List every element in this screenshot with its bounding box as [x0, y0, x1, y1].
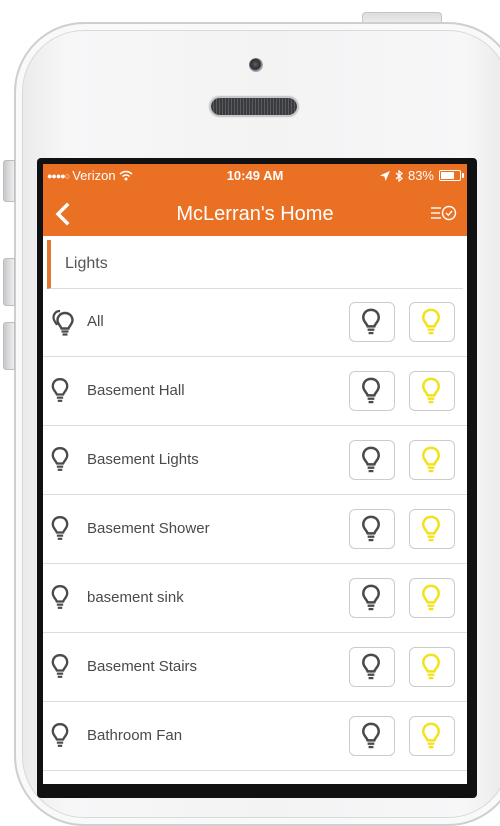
- turn-off-button[interactable]: [349, 716, 395, 756]
- all-bulbs-icon: [52, 309, 74, 336]
- turn-on-button[interactable]: [409, 578, 455, 618]
- light-row: Basement Shower: [43, 495, 467, 564]
- bulb-on-icon: [422, 446, 440, 473]
- bulb-off-icon: [362, 584, 380, 611]
- bluetooth-icon: [395, 169, 403, 182]
- light-name: Basement Shower: [87, 520, 210, 537]
- volume-down-button: [3, 322, 15, 370]
- turn-off-button[interactable]: [349, 647, 395, 687]
- bulb-on-icon: [422, 515, 440, 542]
- page-title: McLerran's Home: [176, 203, 334, 225]
- light-row: Basement Stairs: [43, 633, 467, 702]
- bulb-icon: [51, 723, 69, 747]
- nav-bar: McLerran's Home: [43, 194, 467, 234]
- front-camera: [249, 58, 263, 72]
- bulb-off-icon: [362, 515, 380, 542]
- turn-on-button[interactable]: [409, 371, 455, 411]
- light-name: basement sink: [87, 589, 184, 606]
- bulb-on-icon: [422, 308, 440, 335]
- bulb-on-icon: [422, 722, 440, 749]
- turn-on-button[interactable]: [409, 440, 455, 480]
- bulb-icon: [51, 585, 69, 609]
- light-row: All: [43, 288, 467, 357]
- all-lights-icon-wrap: [51, 308, 74, 336]
- status-right: 83%: [379, 168, 464, 183]
- battery-fill: [441, 172, 454, 179]
- light-name: Basement Hall: [87, 382, 185, 399]
- bulb-on-icon: [422, 377, 440, 404]
- light-row: basement sink: [43, 564, 467, 633]
- bulb-off-icon: [362, 653, 380, 680]
- light-name: All: [87, 313, 104, 330]
- bulb-icon: [51, 516, 69, 540]
- light-icon-wrap: [51, 515, 71, 543]
- location-arrow-icon: [379, 170, 390, 181]
- app-screen: ●●●●○ Verizon 10:49 AM 83% McLerran's Ho…: [43, 164, 467, 784]
- bulb-off-icon: [362, 722, 380, 749]
- light-name: Basement Stairs: [87, 658, 198, 675]
- section-title: Lights: [65, 255, 108, 272]
- light-name: Basement Lights: [87, 451, 199, 468]
- turn-on-button[interactable]: [409, 302, 455, 342]
- bulb-off-icon: [362, 377, 380, 404]
- bulb-icon: [51, 447, 69, 471]
- bulb-icon: [51, 654, 69, 678]
- turn-off-button[interactable]: [349, 440, 395, 480]
- light-row: Basement Hall: [43, 357, 467, 426]
- earpiece-speaker: [211, 98, 297, 115]
- turn-on-button[interactable]: [409, 716, 455, 756]
- turn-off-button[interactable]: [349, 509, 395, 549]
- light-icon-wrap: [51, 653, 71, 681]
- light-icon-wrap: [51, 584, 71, 612]
- turn-on-button[interactable]: [409, 647, 455, 687]
- section-header-lights: Lights: [47, 240, 463, 289]
- light-icon-wrap: [51, 722, 71, 750]
- light-row: Basement Lights: [43, 426, 467, 495]
- header: ●●●●○ Verizon 10:49 AM 83% McLerran's Ho…: [43, 164, 467, 236]
- battery-percent: 83%: [407, 168, 434, 183]
- volume-up-button: [3, 258, 15, 306]
- turn-off-button[interactable]: [349, 302, 395, 342]
- status-bar: ●●●●○ Verizon 10:49 AM 83%: [43, 168, 467, 184]
- light-row: Bathroom Fan: [43, 702, 467, 771]
- bulb-on-icon: [422, 584, 440, 611]
- bulb-off-icon: [362, 308, 380, 335]
- turn-off-button[interactable]: [349, 371, 395, 411]
- battery-icon: [439, 170, 464, 181]
- mute-switch: [3, 160, 15, 202]
- light-icon-wrap: [51, 377, 71, 405]
- light-name: Bathroom Fan: [87, 727, 183, 744]
- bulb-icon: [51, 378, 69, 402]
- schedule-list-icon[interactable]: [429, 202, 459, 224]
- bulb-off-icon: [362, 446, 380, 473]
- bulb-on-icon: [422, 653, 440, 680]
- turn-off-button[interactable]: [349, 578, 395, 618]
- light-icon-wrap: [51, 446, 71, 474]
- turn-on-button[interactable]: [409, 509, 455, 549]
